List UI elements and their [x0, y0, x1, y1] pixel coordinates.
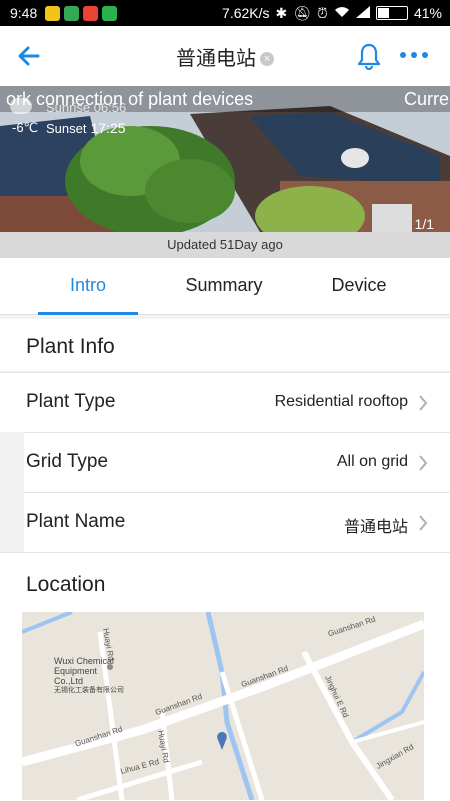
- row-value: All on grid: [336, 453, 408, 470]
- updated-status: Updated 51Day ago: [0, 232, 450, 258]
- play-store-icon: [64, 5, 80, 21]
- section-title: Location: [26, 573, 106, 596]
- tab-intro[interactable]: Intro: [38, 258, 138, 315]
- poi-name-en: Wuxi Chemical Equipment Co.,Ltd: [54, 656, 114, 686]
- row-label: Grid Type: [26, 451, 109, 472]
- network-speed: 7.62K/s: [222, 5, 270, 21]
- plant-name-row[interactable]: Plant Name 普通电站: [24, 492, 450, 552]
- battery-percent: 41%: [413, 5, 442, 21]
- sunset: Sunset 17:25: [46, 120, 166, 136]
- row-label: Plant Type: [26, 391, 116, 412]
- wechat-icon: [102, 5, 118, 21]
- more-horizontal-icon[interactable]: [400, 52, 428, 58]
- app-notification-icon: [45, 5, 61, 21]
- cloud-icon: [10, 98, 32, 114]
- bluetooth-icon: ✱: [275, 4, 288, 21]
- plant-title: 普通电站: [176, 47, 256, 70]
- play-music-icon: [83, 5, 99, 21]
- marquee-text-tail: Curre: [404, 89, 450, 109]
- sunrise-time: Sunrise 06:56: [46, 100, 127, 115]
- location-map[interactable]: Guanshan Rd Guanshan Rd Guanshan Rd Guan…: [22, 612, 424, 800]
- row-value: 普通电站: [343, 519, 408, 536]
- signal-icon: [355, 5, 370, 21]
- chevron-right-icon: [418, 394, 428, 417]
- map-poi[interactable]: Wuxi Chemical Equipment Co.,Ltd 无锡化工装备有限…: [54, 656, 124, 696]
- wifi-icon: [334, 5, 350, 21]
- row-label: Plant Name: [26, 511, 126, 532]
- poi-name-zh: 无锡化工装备有限公司: [54, 687, 124, 694]
- notification-icons: [45, 5, 118, 21]
- sunset-label: Sunset: [46, 121, 87, 136]
- bell-icon[interactable]: [356, 42, 382, 75]
- battery-icon: [375, 6, 408, 20]
- mute-icon: 🔕︎: [293, 4, 312, 21]
- tab-device[interactable]: Device: [309, 258, 409, 314]
- app-bar: 普通电站 ×: [0, 26, 450, 86]
- row-value: Residential rooftop: [274, 393, 408, 410]
- plant-photo[interactable]: ork connection of plant devices Curre Su…: [0, 86, 450, 232]
- close-circle-icon[interactable]: ×: [260, 52, 274, 67]
- status-time: 9:48: [10, 5, 38, 21]
- plant-type-row[interactable]: Plant Type Residential rooftop: [0, 372, 450, 432]
- chevron-right-icon: [418, 514, 428, 537]
- map-roads: [22, 612, 424, 800]
- status-bar: 9:48 7.62K/s ✱ 🔕︎ ⏰︎ 41%: [0, 0, 450, 26]
- tab-bar: Intro Summary Device: [0, 258, 450, 315]
- alarm-icon: ⏰︎: [317, 4, 328, 21]
- tab-summary[interactable]: Summary: [174, 258, 274, 314]
- plant-info-header: Plant Info: [0, 319, 450, 371]
- grid-type-row[interactable]: Grid Type All on grid: [24, 432, 450, 492]
- photo-page-indicator: 1/1: [414, 216, 434, 232]
- sunset-time: 17:25: [90, 120, 126, 136]
- section-title: Plant Info: [26, 335, 115, 358]
- chevron-right-icon: [418, 454, 428, 477]
- page-title: 普通电站 ×: [0, 42, 450, 71]
